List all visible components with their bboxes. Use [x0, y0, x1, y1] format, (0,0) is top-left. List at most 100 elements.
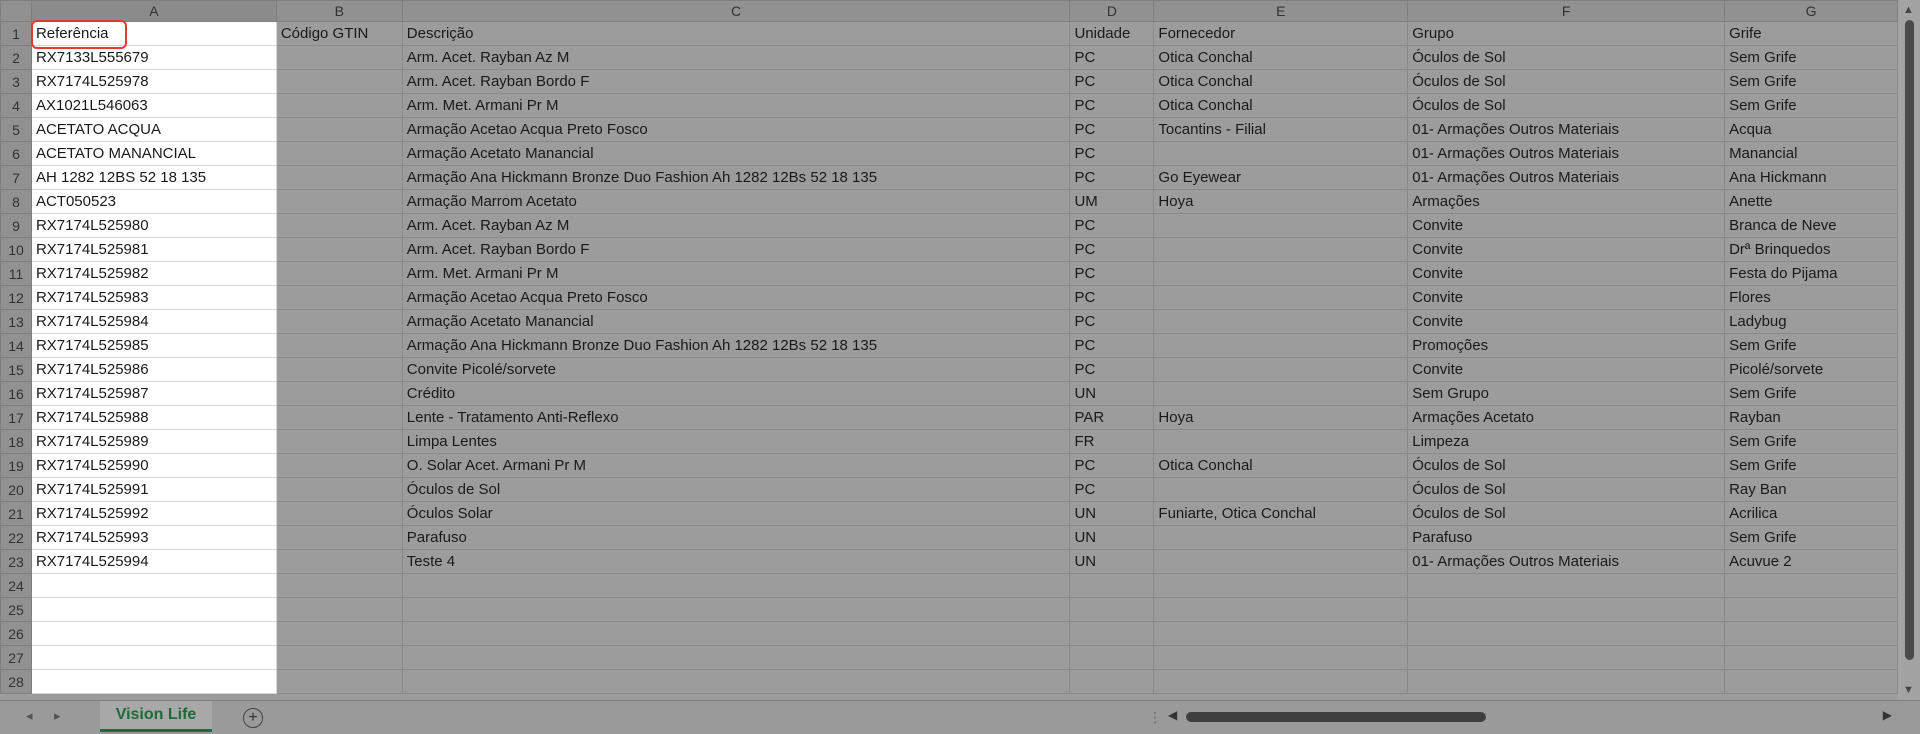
cell-d[interactable]: PC [1069, 453, 1155, 478]
cell-b[interactable] [275, 477, 403, 502]
cell-d[interactable]: PC [1069, 357, 1155, 382]
row-header[interactable]: 18 [0, 429, 32, 454]
row-header[interactable]: 4 [0, 93, 32, 118]
cell-d[interactable]: Unidade [1069, 21, 1155, 46]
row-header[interactable]: 5 [0, 117, 32, 142]
cell-a[interactable]: RX7174L525991 [30, 477, 277, 502]
cell-b[interactable] [275, 261, 403, 286]
cell-b[interactable]: Código GTIN [275, 21, 403, 46]
cell-d[interactable]: PC [1069, 477, 1155, 502]
cell-c[interactable]: Arm. Acet. Rayban Bordo F [401, 69, 1071, 94]
cell-e[interactable] [1153, 141, 1409, 166]
cell-c[interactable] [401, 621, 1071, 646]
cell-f[interactable]: Sem Grupo [1407, 381, 1726, 406]
cell-g[interactable]: Sem Grife [1724, 45, 1898, 70]
vertical-scrollbar[interactable]: ▲ ▼ [1898, 0, 1920, 700]
cell-g[interactable] [1724, 573, 1898, 598]
cell-d[interactable]: PC [1069, 69, 1155, 94]
row-header[interactable]: 9 [0, 213, 32, 238]
cell-a[interactable]: AH 1282 12BS 52 18 135 [30, 165, 277, 190]
cell-g[interactable]: Manancial [1724, 141, 1898, 166]
cell-f[interactable]: Óculos de Sol [1407, 453, 1726, 478]
cell-a[interactable]: ACT050523 [30, 189, 277, 214]
cell-g[interactable]: Acuvue 2 [1724, 549, 1898, 574]
cell-g[interactable]: Drª Brinquedos [1724, 237, 1898, 262]
scroll-right-arrow-icon[interactable]: ▶ [1883, 708, 1892, 722]
cell-f[interactable] [1407, 645, 1726, 670]
cell-e[interactable] [1153, 285, 1409, 310]
next-sheet-arrow-icon[interactable]: ▸ [54, 708, 61, 724]
cell-b[interactable] [275, 45, 403, 70]
cell-d[interactable]: UN [1069, 381, 1155, 406]
row-header[interactable]: 25 [0, 597, 32, 622]
row-header[interactable]: 22 [0, 525, 32, 550]
cell-c[interactable]: Armação Ana Hickmann Bronze Duo Fashion … [401, 333, 1071, 358]
cell-c[interactable]: Armação Marrom Acetato [401, 189, 1071, 214]
select-all-corner[interactable] [0, 0, 32, 22]
cell-b[interactable] [275, 333, 403, 358]
cell-b[interactable] [275, 453, 403, 478]
cell-b[interactable] [275, 573, 403, 598]
cell-a[interactable]: ACETATO ACQUA [30, 117, 277, 142]
cell-f[interactable] [1407, 669, 1726, 694]
cell-d[interactable]: PC [1069, 333, 1155, 358]
column-header-d[interactable]: D [1069, 0, 1155, 22]
cell-f[interactable]: 01- Armações Outros Materiais [1407, 141, 1726, 166]
cell-c[interactable]: Parafuso [401, 525, 1071, 550]
cell-a[interactable]: Referência [30, 21, 277, 46]
cell-c[interactable]: Óculos Solar [401, 501, 1071, 526]
cell-e[interactable]: Otica Conchal [1153, 69, 1409, 94]
cell-e[interactable] [1153, 669, 1409, 694]
cell-g[interactable] [1724, 621, 1898, 646]
cell-b[interactable] [275, 597, 403, 622]
cell-f[interactable]: Convite [1407, 237, 1726, 262]
cell-d[interactable]: PC [1069, 237, 1155, 262]
cell-g[interactable]: Sem Grife [1724, 93, 1898, 118]
cell-c[interactable]: Teste 4 [401, 549, 1071, 574]
row-header[interactable]: 20 [0, 477, 32, 502]
cell-e[interactable] [1153, 429, 1409, 454]
cell-e[interactable] [1153, 381, 1409, 406]
add-sheet-icon[interactable]: + [243, 708, 263, 728]
cell-c[interactable] [401, 669, 1071, 694]
cell-f[interactable]: Convite [1407, 213, 1726, 238]
cell-a[interactable]: RX7174L525992 [30, 501, 277, 526]
cell-d[interactable]: PC [1069, 285, 1155, 310]
cell-d[interactable] [1069, 669, 1155, 694]
cell-c[interactable] [401, 645, 1071, 670]
cell-f[interactable]: Óculos de Sol [1407, 501, 1726, 526]
cell-e[interactable]: Go Eyewear [1153, 165, 1409, 190]
cell-f[interactable]: Convite [1407, 357, 1726, 382]
column-header-g[interactable]: G [1724, 0, 1898, 22]
cell-d[interactable]: PC [1069, 141, 1155, 166]
cell-g[interactable]: Ray Ban [1724, 477, 1898, 502]
cell-c[interactable]: Armação Acetao Acqua Preto Fosco [401, 117, 1071, 142]
scroll-left-arrow-icon[interactable]: ◀ [1168, 708, 1177, 722]
cell-a[interactable] [30, 573, 277, 598]
cell-a[interactable]: RX7174L525983 [30, 285, 277, 310]
cell-a[interactable]: ACETATO MANANCIAL [30, 141, 277, 166]
cell-f[interactable]: Promoções [1407, 333, 1726, 358]
column-header-b[interactable]: B [275, 0, 403, 22]
cell-e[interactable] [1153, 621, 1409, 646]
cell-e[interactable] [1153, 477, 1409, 502]
cell-b[interactable] [275, 381, 403, 406]
cell-f[interactable]: Convite [1407, 261, 1726, 286]
cell-g[interactable]: Rayban [1724, 405, 1898, 430]
split-handle-icon[interactable]: ⋮ [1148, 709, 1162, 726]
row-header[interactable]: 6 [0, 141, 32, 166]
cell-d[interactable]: PC [1069, 45, 1155, 70]
column-header-a[interactable]: A [30, 0, 277, 22]
cell-a[interactable]: RX7174L525981 [30, 237, 277, 262]
cell-g[interactable]: Ana Hickmann [1724, 165, 1898, 190]
cell-f[interactable]: Óculos de Sol [1407, 93, 1726, 118]
cell-b[interactable] [275, 429, 403, 454]
cell-b[interactable] [275, 645, 403, 670]
cell-c[interactable]: Arm. Acet. Rayban Az M [401, 213, 1071, 238]
row-header[interactable]: 21 [0, 501, 32, 526]
cell-c[interactable]: Arm. Acet. Rayban Az M [401, 45, 1071, 70]
cell-b[interactable] [275, 285, 403, 310]
cell-a[interactable]: RX7174L525989 [30, 429, 277, 454]
cell-e[interactable]: Otica Conchal [1153, 453, 1409, 478]
row-header[interactable]: 28 [0, 669, 32, 694]
